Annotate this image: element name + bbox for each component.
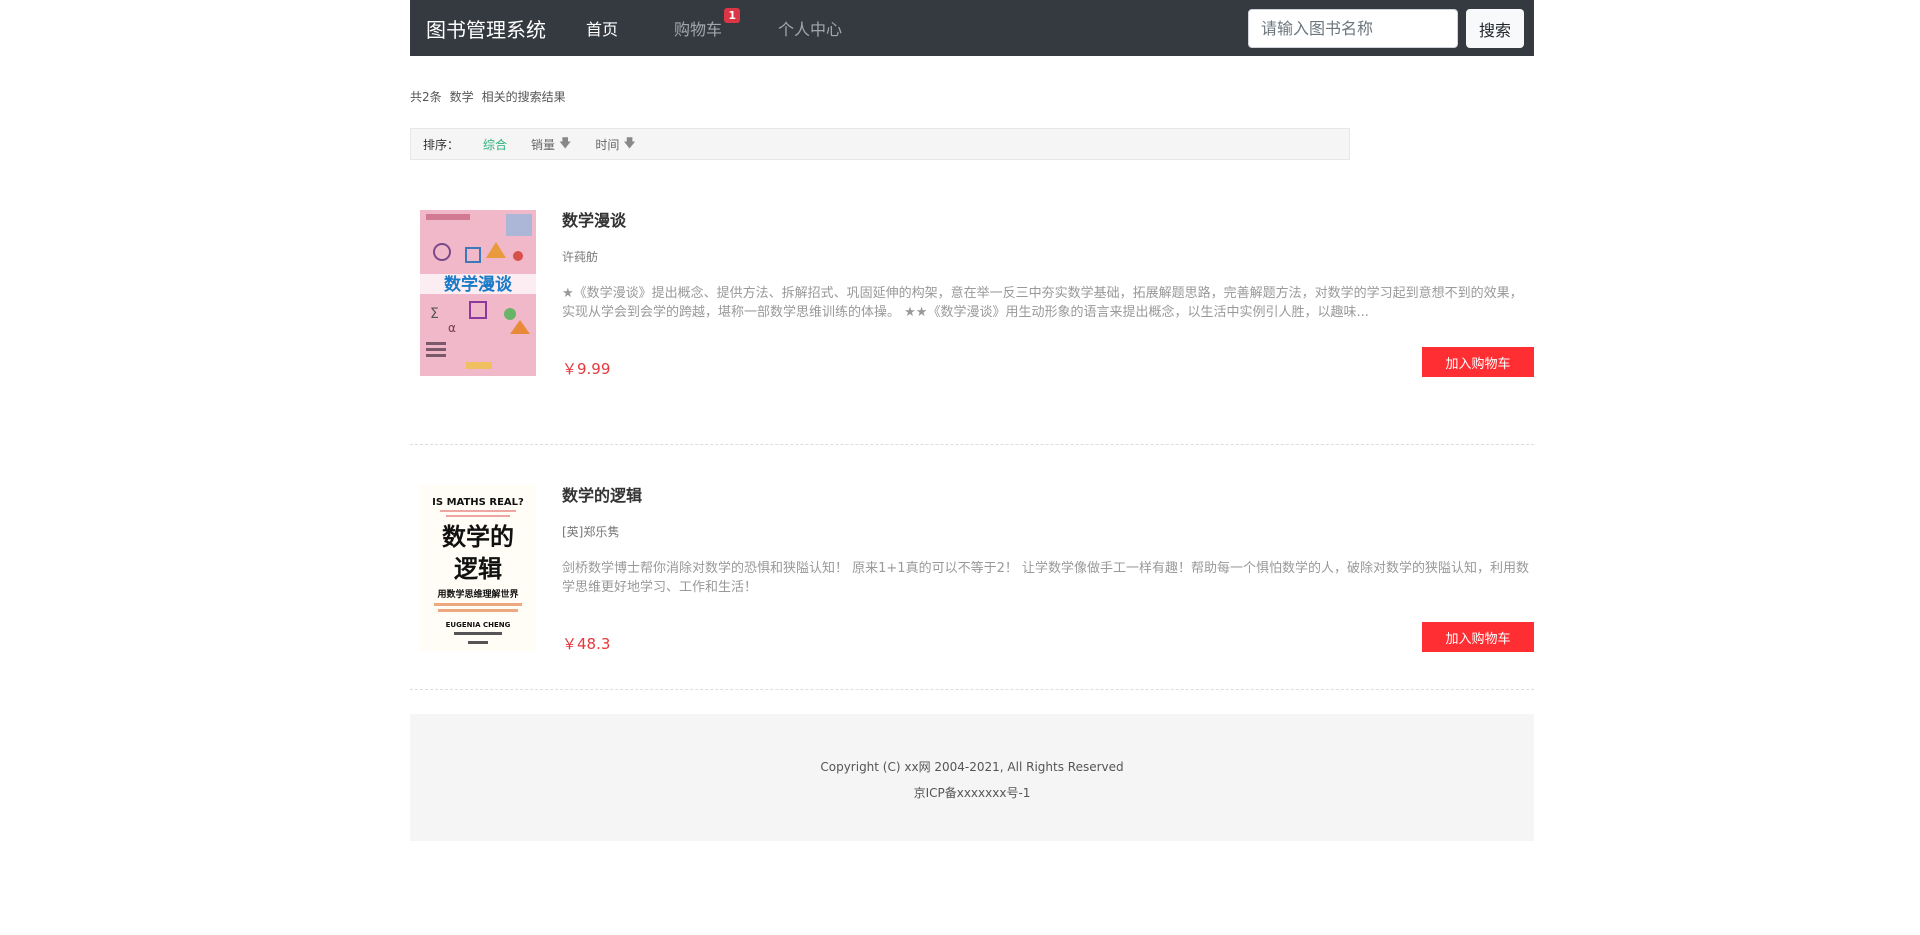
- book-description: 剑桥数学博士帮你消除对数学的恐惧和狭隘认知！ 原来1+1真的可以不等于2！ 让学…: [562, 561, 1529, 595]
- book-title[interactable]: 数学的逻辑: [562, 485, 1534, 507]
- cover-author: EUGENIA CHENG: [446, 621, 511, 629]
- sort-time[interactable]: 时间 🡇: [595, 134, 635, 155]
- search-input[interactable]: [1248, 9, 1458, 48]
- cover-title-line1: 数学的: [442, 523, 514, 551]
- book-author: [英]郑乐隽: [562, 525, 620, 539]
- book-item: IS MATHS REAL? 数学的 逻辑 用数学思维理解世界 EUGENIA …: [410, 445, 1534, 690]
- book-info: 数学漫谈 许莼舫 ★《数学漫谈》提出概念、提供方法、拆解招式、巩固延伸的构架，意…: [562, 210, 1534, 378]
- search-summary: 共2条 数学 相关的搜索结果: [410, 88, 1534, 106]
- cart-count-badge: 1: [724, 8, 741, 23]
- arrow-down-icon: 🡇: [623, 135, 636, 150]
- nav-profile[interactable]: 个人中心: [778, 16, 842, 40]
- book-author: 许莼舫: [562, 250, 599, 264]
- search-keyword: 数学: [449, 90, 474, 104]
- page-footer: Copyright (C) xx网 2004-2021, All Rights …: [410, 714, 1534, 841]
- search-form: 搜索: [1248, 9, 1524, 48]
- icp-text: 京ICP备xxxxxxx号-1: [913, 786, 1031, 800]
- search-button[interactable]: 搜索: [1466, 9, 1524, 48]
- sort-time-label: 时间: [595, 137, 620, 152]
- add-to-cart-button[interactable]: 加入购物车: [1422, 622, 1534, 652]
- book-cover-image[interactable]: IS MATHS REAL? 数学的 逻辑 用数学思维理解世界 EUGENIA …: [420, 485, 536, 651]
- sort-sales-label: 销量: [531, 137, 556, 152]
- book-info: 数学的逻辑 [英]郑乐隽 剑桥数学博士帮你消除对数学的恐惧和狭隘认知！ 原来1+…: [562, 485, 1534, 653]
- brand-logo[interactable]: 图书管理系统: [426, 14, 546, 43]
- book-description: ★《数学漫谈》提出概念、提供方法、拆解招式、巩固延伸的构架，意在举一反三中夯实数…: [562, 286, 1523, 320]
- book-title[interactable]: 数学漫谈: [562, 210, 1534, 232]
- cover-title-text: 数学漫谈: [444, 274, 513, 295]
- nav-home[interactable]: 首页: [586, 16, 618, 40]
- result-count: 共2条: [410, 90, 442, 104]
- sort-comprehensive[interactable]: 综合: [483, 136, 507, 153]
- nav-cart[interactable]: 购物车 1: [674, 8, 741, 40]
- sort-comprehensive-label: 综合: [483, 137, 508, 152]
- cover-subtitle: 用数学思维理解世界: [436, 588, 518, 600]
- sort-bar: 排序： 综合 销量 🡇 时间 🡇: [410, 128, 1350, 160]
- book-cover-image[interactable]: 数学漫谈 Σ α: [420, 210, 536, 376]
- cover-title-line2: 逻辑: [454, 555, 502, 583]
- nav-cart-label: 购物车: [674, 20, 723, 39]
- svg-text:α: α: [448, 321, 456, 335]
- svg-text:Σ: Σ: [430, 306, 439, 322]
- arrow-down-icon: 🡇: [559, 135, 572, 150]
- sort-label: 排序：: [423, 137, 460, 152]
- top-navbar: 图书管理系统 首页 购物车1 个人中心 搜索: [410, 0, 1534, 56]
- cover-top-text: IS MATHS REAL?: [432, 497, 524, 508]
- copyright-text: Copyright (C) xx网 2004-2021, All Rights …: [820, 760, 1124, 774]
- book-price: ￥48.3: [562, 635, 611, 653]
- add-to-cart-button[interactable]: 加入购物车: [1422, 347, 1534, 377]
- book-price: ￥9.99: [562, 360, 611, 378]
- summary-suffix: 相关的搜索结果: [481, 90, 566, 104]
- sort-sales[interactable]: 销量 🡇: [531, 134, 571, 155]
- book-item: 数学漫谈 Σ α 数学漫谈 许莼舫 ★《数学漫谈》提出概念、提供方法、拆解招式、…: [410, 200, 1534, 445]
- page-container: 图书管理系统 首页 购物车1 个人中心 搜索 共2条数学相关的搜索结果 排序： …: [410, 0, 1534, 841]
